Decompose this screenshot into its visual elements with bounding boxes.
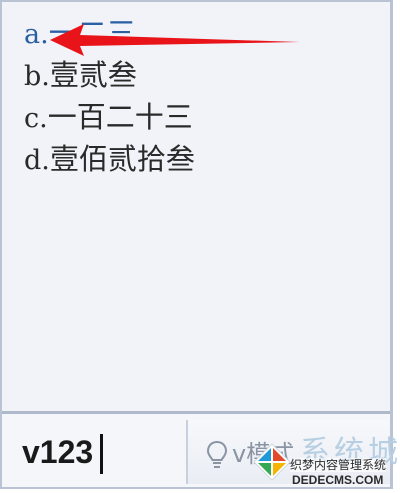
candidate-c[interactable]: c.一百二十三 xyxy=(24,96,195,138)
watermark-url: DEDECMS.COM xyxy=(292,473,384,487)
candidate-text: 壹贰叁 xyxy=(49,58,137,92)
composition-input[interactable]: v123 xyxy=(22,432,93,472)
candidate-key: c. xyxy=(24,103,48,134)
text-caret xyxy=(100,434,103,474)
candidate-text: 壹佰贰拾叁 xyxy=(49,142,195,176)
candidate-key: a. xyxy=(24,19,49,50)
candidate-text: 一百二十三 xyxy=(47,100,193,134)
ime-candidate-window: a.一二三 b.壹贰叁 c.一百二十三 d.壹佰贰拾叁 v123 v模式 xyxy=(0,0,393,489)
candidate-a[interactable]: a.一二三 xyxy=(24,12,195,54)
lightbulb-icon[interactable] xyxy=(206,440,228,470)
watermark-caption: 织梦内容管理系统 xyxy=(290,458,387,472)
candidate-text: 一二三 xyxy=(48,16,136,50)
candidate-b[interactable]: b.壹贰叁 xyxy=(24,54,195,96)
candidate-key: b. xyxy=(24,61,50,92)
candidate-list: a.一二三 b.壹贰叁 c.一百二十三 d.壹佰贰拾叁 xyxy=(24,12,195,180)
candidate-key: d. xyxy=(24,145,50,176)
candidate-d[interactable]: d.壹佰贰拾叁 xyxy=(24,138,195,180)
